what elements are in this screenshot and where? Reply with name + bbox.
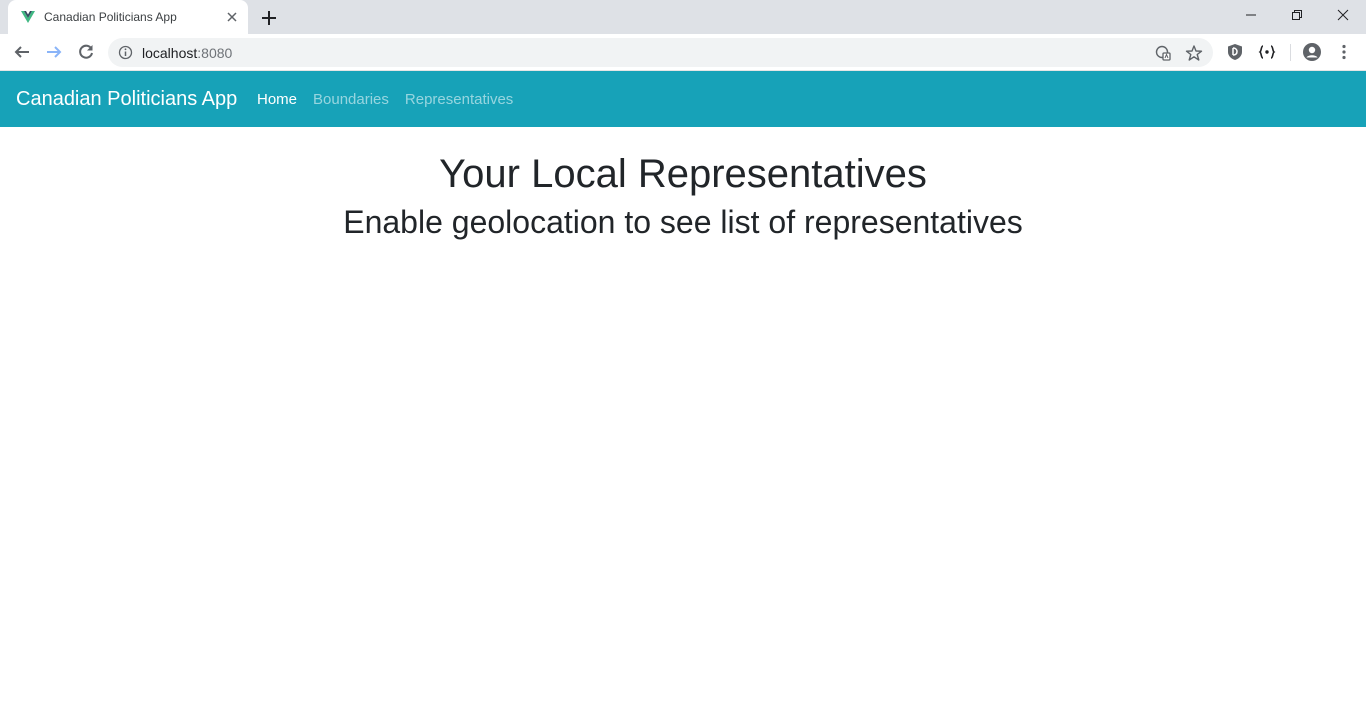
- app-navbar: Canadian Politicians App Home Boundaries…: [0, 71, 1366, 127]
- address-bar[interactable]: localhost:8080: [108, 38, 1213, 67]
- nav-link-home[interactable]: Home: [257, 91, 297, 108]
- navbar-brand[interactable]: Canadian Politicians App: [16, 88, 237, 111]
- minimize-button[interactable]: [1228, 0, 1274, 30]
- tab-title: Canadian Politicians App: [44, 10, 177, 24]
- main-content: Your Local Representatives Enable geoloc…: [0, 127, 1366, 728]
- reload-icon: [79, 44, 93, 59]
- restore-button[interactable]: [1274, 0, 1320, 30]
- shield-extension-icon: [1228, 44, 1242, 60]
- profile-icon: [1303, 43, 1321, 61]
- tab-strip: Canadian Politicians App: [0, 0, 1366, 34]
- tab-close-icon[interactable]: [224, 9, 240, 25]
- nav-link-representatives[interactable]: Representatives: [405, 91, 513, 108]
- page-title: Your Local Representatives: [439, 152, 927, 196]
- json-extension-icon: [1258, 45, 1276, 59]
- nav-link-boundaries[interactable]: Boundaries: [313, 91, 389, 108]
- browser-menu-button[interactable]: [1334, 42, 1354, 62]
- info-icon[interactable]: [118, 45, 133, 60]
- browser-tab[interactable]: Canadian Politicians App: [8, 0, 248, 34]
- new-tab-icon[interactable]: [258, 7, 280, 29]
- url-host: localhost: [142, 45, 198, 61]
- nav-links: Home Boundaries Representatives: [257, 91, 513, 108]
- minimize-icon: [1246, 14, 1256, 16]
- window-close-button[interactable]: [1320, 0, 1366, 30]
- window-close-icon: [1337, 9, 1349, 21]
- json-extension-button[interactable]: [1257, 42, 1277, 62]
- page-subtitle: Enable geolocation to see list of repres…: [343, 204, 1023, 240]
- reload-button[interactable]: [76, 42, 96, 62]
- back-button[interactable]: [12, 42, 32, 62]
- shield-extension-button[interactable]: [1225, 42, 1245, 62]
- profile-button[interactable]: [1302, 42, 1322, 62]
- kebab-menu-icon: [1342, 44, 1346, 60]
- vue-favicon-icon: [21, 11, 35, 23]
- forward-arrow-icon: [47, 46, 62, 58]
- browser-toolbar: localhost:8080: [0, 34, 1366, 71]
- toolbar-separator: [1290, 44, 1291, 61]
- url-text[interactable]: localhost:8080: [142, 45, 232, 61]
- forward-button[interactable]: [44, 42, 64, 62]
- url-port: :8080: [197, 45, 233, 61]
- translate-icon[interactable]: [1154, 44, 1172, 62]
- star-icon[interactable]: [1185, 44, 1203, 62]
- maximize-icon: [1292, 10, 1302, 20]
- back-arrow-icon: [14, 46, 29, 58]
